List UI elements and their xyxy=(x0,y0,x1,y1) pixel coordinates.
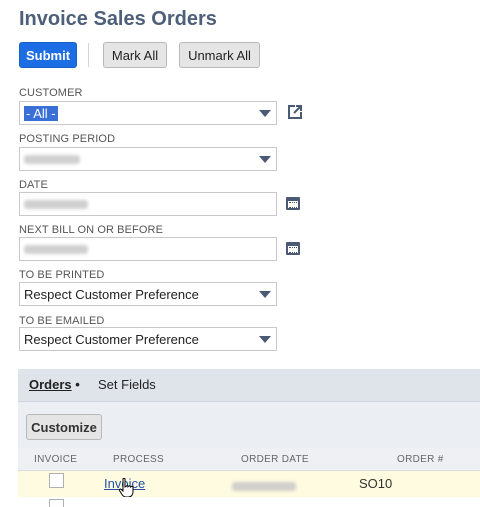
date-label: DATE xyxy=(19,179,48,191)
unmark-all-button[interactable]: Unmark All xyxy=(179,42,260,68)
toolbar-separator xyxy=(88,43,89,67)
date-input[interactable] xyxy=(19,192,277,216)
hand-pointer-cursor xyxy=(118,478,134,498)
sublist-tab-bar xyxy=(18,369,480,402)
customer-label: CUSTOMER xyxy=(19,87,83,99)
table-row xyxy=(18,497,480,503)
next-bill-value-redacted xyxy=(24,244,88,254)
to-be-printed-select[interactable]: Respect Customer Preference xyxy=(19,282,277,306)
tab-orders[interactable]: Orders • xyxy=(29,377,80,392)
date-value-redacted xyxy=(24,199,88,209)
column-header-process: PROCESS xyxy=(113,454,165,465)
caret-down-icon xyxy=(259,156,271,163)
column-header-invoice: INVOICE xyxy=(34,454,78,465)
posting-period-select[interactable] xyxy=(19,147,277,171)
column-header-order-number: ORDER # xyxy=(397,454,444,465)
posting-period-label: POSTING PERIOD xyxy=(19,133,116,145)
caret-down-icon xyxy=(259,291,271,298)
open-external-icon[interactable] xyxy=(287,104,303,120)
tab-set-fields-label: Set Fields xyxy=(98,377,156,392)
customer-select[interactable]: - All - xyxy=(19,101,277,125)
posting-period-value-redacted xyxy=(24,154,80,164)
to-be-printed-value: Respect Customer Preference xyxy=(24,286,199,302)
calendar-icon[interactable] xyxy=(286,197,300,210)
invoice-checkbox[interactable] xyxy=(49,473,64,488)
next-bill-input[interactable] xyxy=(19,237,277,261)
invoice-checkbox[interactable] xyxy=(49,499,64,507)
order-date-value-redacted xyxy=(232,479,296,494)
customer-value: - All - xyxy=(24,105,58,121)
calendar-icon[interactable] xyxy=(286,242,300,255)
next-bill-label: NEXT BILL ON OR BEFORE xyxy=(19,224,164,236)
caret-down-icon xyxy=(259,110,271,117)
tab-orders-label: Orders xyxy=(29,377,72,392)
tab-set-fields[interactable]: Set Fields xyxy=(98,377,156,392)
page-title: Invoice Sales Orders xyxy=(19,8,217,30)
to-be-printed-label: TO BE PRINTED xyxy=(19,269,105,281)
submit-button[interactable]: Submit xyxy=(19,42,77,68)
order-number: SO10 xyxy=(359,476,393,491)
tab-orders-indicator: • xyxy=(71,377,80,392)
caret-down-icon xyxy=(259,336,271,343)
column-header-order-date: ORDER DATE xyxy=(241,454,309,465)
to-be-emailed-label: TO BE EMAILED xyxy=(19,315,105,327)
mark-all-button[interactable]: Mark All xyxy=(103,42,167,68)
to-be-emailed-select[interactable]: Respect Customer Preference xyxy=(19,327,277,351)
to-be-emailed-value: Respect Customer Preference xyxy=(24,331,199,347)
customize-button[interactable]: Customize xyxy=(26,414,102,440)
